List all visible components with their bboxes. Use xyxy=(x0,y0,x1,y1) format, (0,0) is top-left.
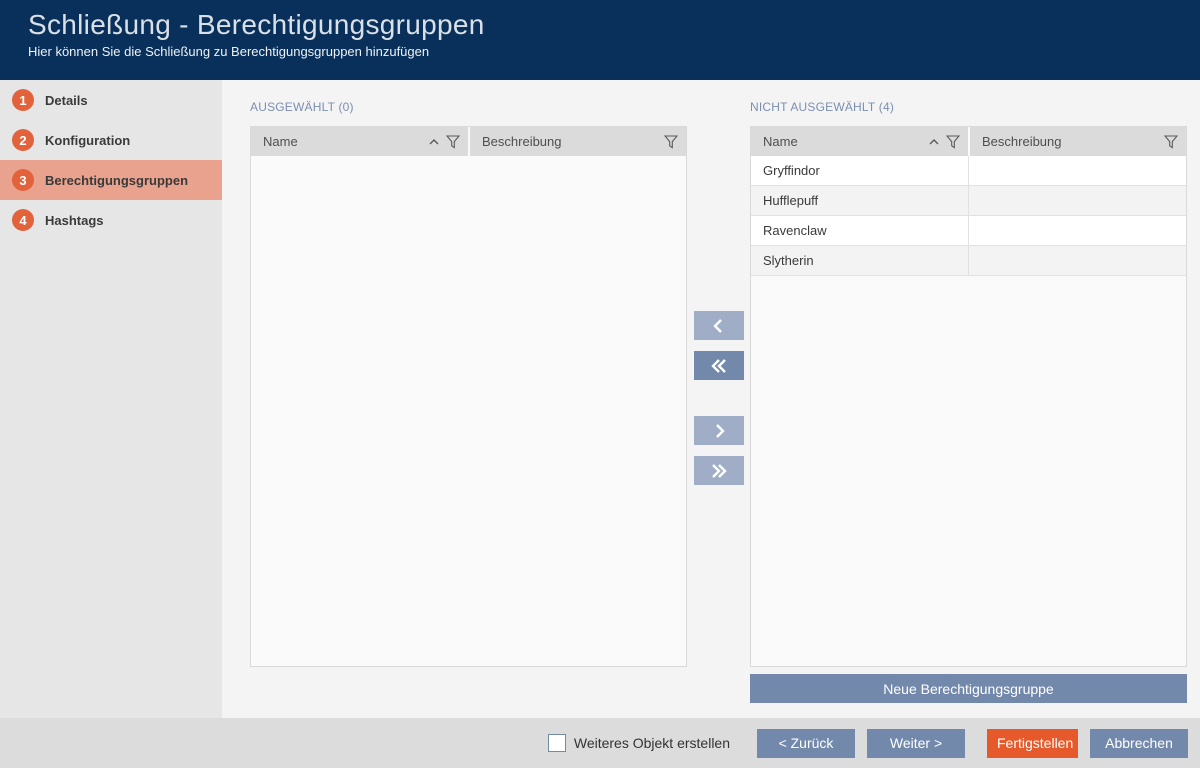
finish-button[interactable]: Fertigstellen xyxy=(987,728,1078,758)
row-description-cell xyxy=(969,216,1186,245)
transfer-button-group xyxy=(694,311,744,485)
column-header-name[interactable]: Name xyxy=(751,127,968,156)
selected-table-header: Name Beschreibung xyxy=(251,127,686,156)
chevron-left-icon xyxy=(713,318,722,333)
wizard-step-sidebar: 1 Details 2 Konfiguration 3 Berechtigung… xyxy=(0,80,235,718)
unselected-table: Name Beschreibung Gryffindor Hufflepuff … xyxy=(750,126,1187,667)
sidebar-item-label: Hashtags xyxy=(45,212,104,228)
page-subtitle: Hier können Sie die Schließung zu Berech… xyxy=(28,44,430,59)
column-header-label: Beschreibung xyxy=(482,134,562,149)
filter-icon[interactable] xyxy=(946,134,960,149)
main-content: AUSGEWÄHLT (0) NICHT AUSGEWÄHLT (4) Name… xyxy=(222,80,1200,718)
checkbox-label: Weiteres Objekt erstellen xyxy=(573,735,730,751)
column-header-description[interactable]: Beschreibung xyxy=(470,127,686,156)
table-row[interactable]: Ravenclaw xyxy=(751,216,1186,246)
cancel-button[interactable]: Abbrechen xyxy=(1090,728,1188,758)
row-name-cell: Hufflepuff xyxy=(751,186,969,215)
table-row[interactable]: Slytherin xyxy=(751,246,1186,276)
step-number-badge: 4 xyxy=(12,209,34,231)
move-all-right-button[interactable] xyxy=(694,456,744,485)
row-name-cell: Ravenclaw xyxy=(751,216,969,245)
row-name-cell: Gryffindor xyxy=(751,156,969,185)
step-number-badge: 3 xyxy=(12,169,34,191)
move-right-button[interactable] xyxy=(694,416,744,445)
next-button[interactable]: Weiter > xyxy=(867,728,965,758)
row-description-cell xyxy=(969,156,1186,185)
sidebar-item-label: Konfiguration xyxy=(45,132,131,148)
sort-ascending-icon[interactable] xyxy=(929,138,939,145)
row-name-cell: Slytherin xyxy=(751,246,969,275)
create-another-object-checkbox-group[interactable]: Weiteres Objekt erstellen xyxy=(547,734,730,752)
back-button[interactable]: < Zurück xyxy=(757,728,855,758)
sidebar-item-konfiguration[interactable]: 2 Konfiguration xyxy=(0,120,222,160)
table-row[interactable]: Gryffindor xyxy=(751,156,1186,186)
move-all-left-button[interactable] xyxy=(694,351,744,380)
sort-ascending-icon[interactable] xyxy=(429,138,439,145)
step-number-badge: 1 xyxy=(12,89,34,111)
wizard-header: Schließung - Berechtigungsgruppen Hier k… xyxy=(0,0,1200,80)
filter-icon[interactable] xyxy=(1164,134,1178,149)
wizard-footer: Weiteres Objekt erstellen < Zurück Weite… xyxy=(0,718,1200,768)
sidebar-item-details[interactable]: 1 Details xyxy=(0,80,222,120)
unselected-panel-label: NICHT AUSGEWÄHLT (4) xyxy=(750,100,895,114)
double-chevron-right-icon xyxy=(712,463,727,478)
filter-icon[interactable] xyxy=(664,134,678,149)
new-permission-group-button[interactable]: Neue Berechtigungsgruppe xyxy=(750,674,1187,703)
double-chevron-left-icon xyxy=(711,358,726,373)
chevron-right-icon xyxy=(716,423,725,438)
unselected-table-header: Name Beschreibung xyxy=(751,127,1186,156)
sidebar-item-label: Berechtigungsgruppen xyxy=(45,172,189,188)
page-title: Schließung - Berechtigungsgruppen xyxy=(28,9,485,40)
sidebar-item-hashtags[interactable]: 4 Hashtags xyxy=(0,200,222,240)
row-description-cell xyxy=(969,246,1186,275)
column-header-label: Name xyxy=(763,134,798,149)
selected-table: Name Beschreibung xyxy=(250,126,687,667)
table-row[interactable]: Hufflepuff xyxy=(751,186,1186,216)
filter-icon[interactable] xyxy=(446,134,460,149)
create-another-object-checkbox[interactable] xyxy=(547,734,566,752)
sidebar-item-berechtigungsgruppen[interactable]: 3 Berechtigungsgruppen xyxy=(0,160,235,200)
column-header-description[interactable]: Beschreibung xyxy=(970,127,1186,156)
selected-panel-label: AUSGEWÄHLT (0) xyxy=(250,100,354,114)
move-left-button[interactable] xyxy=(694,311,744,340)
sidebar-item-label: Details xyxy=(45,92,88,108)
column-header-label: Name xyxy=(263,134,298,149)
column-header-name[interactable]: Name xyxy=(251,127,468,156)
column-header-label: Beschreibung xyxy=(982,134,1062,149)
step-number-badge: 2 xyxy=(12,129,34,151)
row-description-cell xyxy=(969,186,1186,215)
